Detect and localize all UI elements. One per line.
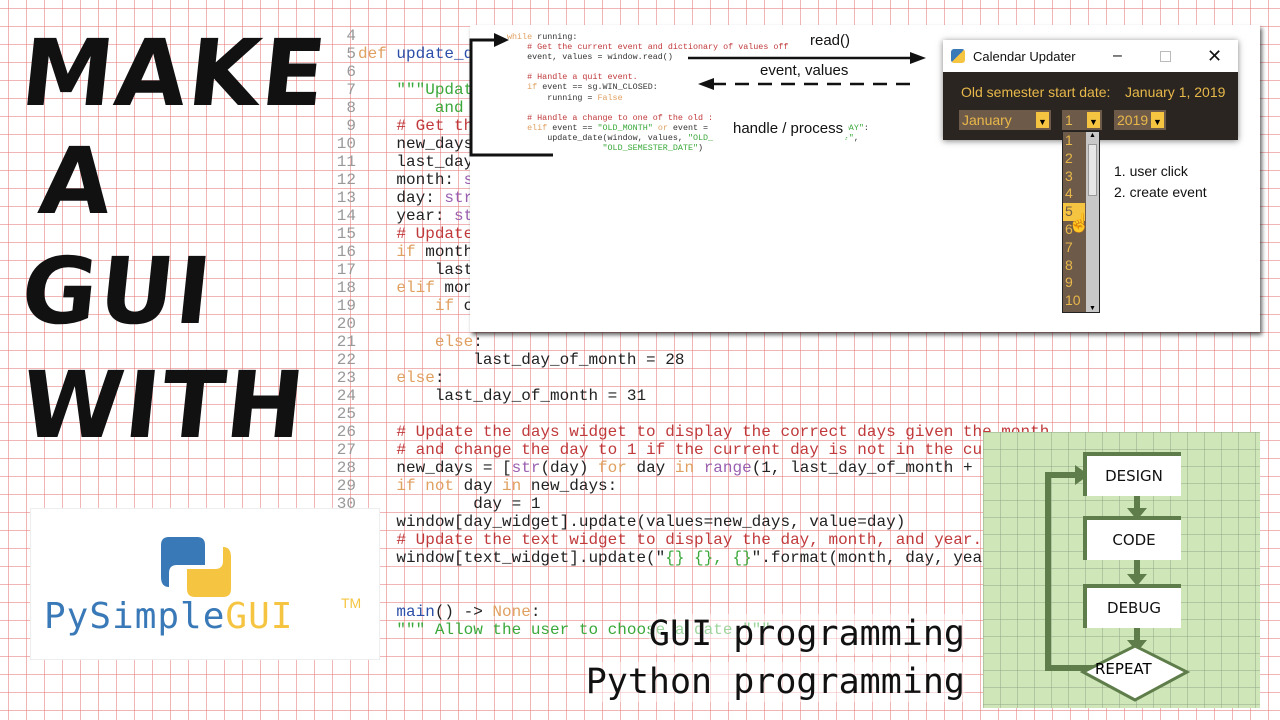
day-option[interactable]: 8 xyxy=(1063,257,1085,275)
semester-label: Old semester start date: xyxy=(961,84,1111,100)
loop-arrowhead xyxy=(494,33,509,47)
flow-step-repeat: REPEAT xyxy=(1095,660,1152,678)
calendar-updater-window: Calendar Updater – ✕ Old semester start … xyxy=(943,40,1238,140)
read-arrowhead xyxy=(910,52,926,64)
day-value: 1 xyxy=(1065,112,1073,128)
event-values-label: event, values xyxy=(760,62,849,79)
chevron-down-icon[interactable]: ▼ xyxy=(1151,112,1164,128)
day-option[interactable]: 1 xyxy=(1063,132,1085,150)
day-option[interactable]: 7 xyxy=(1063,239,1085,257)
year-combo[interactable]: 2019 ▼ xyxy=(1114,110,1166,130)
minimize-button[interactable]: – xyxy=(1113,47,1122,65)
scroll-thumb[interactable] xyxy=(1088,144,1097,196)
month-combo[interactable]: January ▼ xyxy=(959,110,1051,130)
read-label: read() xyxy=(810,32,851,49)
step-label: 2. create event xyxy=(1114,184,1207,200)
maximize-button[interactable] xyxy=(1160,50,1171,62)
window-title: Calendar Updater xyxy=(973,48,1076,64)
date-text: January 1, 2019 xyxy=(1125,84,1226,100)
loop-arrow xyxy=(469,38,553,157)
subtitle-gui: GUI programming xyxy=(648,614,965,654)
event-values-arrowhead xyxy=(698,78,714,90)
flow-step-debug: DEBUG xyxy=(1083,584,1181,628)
python-logo-icon xyxy=(161,537,231,597)
day-option[interactable]: 2 xyxy=(1063,150,1085,168)
subtitle-python: Python programming xyxy=(585,662,965,702)
flow-step-code: CODE xyxy=(1083,516,1181,560)
day-option[interactable]: 4 xyxy=(1063,185,1085,203)
flow-step-design: DESIGN xyxy=(1083,452,1181,496)
chevron-down-icon[interactable]: ▼ xyxy=(1036,112,1049,128)
title-bar: Calendar Updater – ✕ xyxy=(943,40,1238,72)
day-option[interactable]: 3 xyxy=(1063,168,1085,186)
day-option[interactable]: 10 xyxy=(1063,292,1085,310)
python-logo-icon xyxy=(951,49,965,63)
month-value: January xyxy=(962,112,1012,128)
day-option[interactable]: 9 xyxy=(1063,274,1085,292)
scroll-up-icon[interactable]: ▲ xyxy=(1086,132,1099,144)
pysimplegui-logo: TM xyxy=(30,508,380,660)
hand-cursor-icon: ☝ xyxy=(1068,213,1091,233)
scroll-down-icon[interactable]: ▼ xyxy=(1086,305,1099,312)
day-combo[interactable]: 1 ▼ xyxy=(1062,110,1102,130)
dev-cycle-diagram: DESIGN CODE DEBUG REPEAT xyxy=(983,432,1260,708)
chevron-down-icon[interactable]: ▼ xyxy=(1087,112,1100,128)
wordmark-b: GUI xyxy=(225,596,294,637)
year-value: 2019 xyxy=(1117,112,1149,128)
close-button[interactable]: ✕ xyxy=(1207,46,1222,67)
trademark: TM xyxy=(341,595,362,611)
handle-process-label: handle / process xyxy=(728,120,849,137)
pysimplegui-wordmark: PySimpleGUI xyxy=(44,596,293,637)
wordmark-a: PySimple xyxy=(44,596,226,637)
step-label: 1. user click xyxy=(1114,163,1188,179)
